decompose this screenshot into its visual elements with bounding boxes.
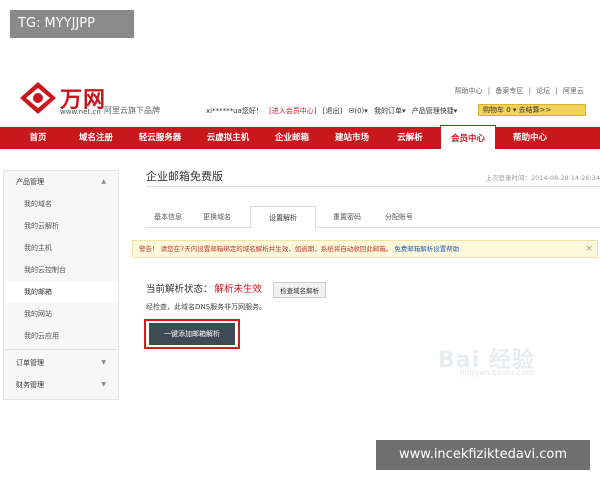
messages-dropdown[interactable]: ✉(0)▾ bbox=[348, 107, 367, 115]
sidebar-item-cloud-apps[interactable]: 我的云应用 bbox=[4, 325, 118, 347]
my-orders-dropdown[interactable]: 我的订单▾ bbox=[374, 107, 406, 115]
sidebar-group-label: 财务管理 bbox=[16, 381, 44, 389]
status-label: 当前解析状态： bbox=[146, 284, 213, 295]
top-links: 帮助中心 | 备案专区 | 论坛 | 阿里云 bbox=[452, 86, 584, 96]
tab-reset-password[interactable]: 重置密码 bbox=[322, 206, 372, 228]
brand-url: www.net.cn bbox=[60, 108, 101, 116]
sidebar-item-hosts[interactable]: 我的主机 bbox=[4, 237, 118, 259]
close-icon[interactable]: × bbox=[585, 241, 593, 257]
alert-text: 警告！ 请您在7天内设置邮箱绑定的域名解析并生效，如逾期，系统将自动收回此邮箱。 bbox=[139, 245, 393, 253]
baidu-watermark-url: jingyan.baidu.com bbox=[460, 368, 534, 377]
nav-domain[interactable]: 域名注册 bbox=[66, 127, 126, 149]
cart-button[interactable]: 购物车 0 ▾ 去结算>> bbox=[478, 104, 586, 116]
nav-enterprise-mail[interactable]: 企业邮箱 bbox=[262, 127, 322, 149]
main-nav: 首页 域名注册 轻云服务器 云虚拟主机 企业邮箱 建站市场 云解析 会员中心 帮… bbox=[0, 125, 600, 149]
check-dns-button[interactable]: 检查域名解析 bbox=[273, 281, 327, 298]
nav-lightcloud[interactable]: 轻云服务器 bbox=[126, 127, 194, 149]
tab-assign-account[interactable]: 分配账号 bbox=[374, 206, 424, 228]
toplink-sep: | bbox=[528, 87, 531, 95]
caret-up-icon: ▲ bbox=[101, 178, 106, 185]
product-shortcuts-dropdown[interactable]: 产品管理快捷▾ bbox=[412, 107, 458, 115]
user-bar: xi******ua您好！ [进入会员中心] [退出] ✉(0)▾ 我的订单▾ … bbox=[206, 106, 461, 116]
brand-slogan: 阿里云旗下品牌 bbox=[104, 106, 160, 115]
nav-member-center[interactable]: 会员中心 bbox=[440, 125, 496, 149]
toplink-forum[interactable]: 论坛 bbox=[536, 87, 550, 95]
sidebar-group-label: 订单管理 bbox=[16, 359, 44, 367]
sidebar-item-cloud-console[interactable]: 我的云控制台 bbox=[4, 259, 118, 281]
tab-bar: 基本信息 更换域名 设置解析 重置密码 分配账号 bbox=[146, 206, 600, 229]
sidebar-item-domains[interactable]: 我的域名 bbox=[4, 193, 118, 215]
dns-check-note: 经检查，此域名DNS服务非万网服务。 bbox=[146, 303, 267, 311]
title-divider bbox=[146, 186, 600, 187]
nav-help[interactable]: 帮助中心 bbox=[500, 127, 560, 149]
user-greeting: xi******ua您好！ bbox=[206, 107, 263, 115]
sidebar-group-product[interactable]: 产品管理 ▲ bbox=[4, 171, 118, 193]
sidebar-item-websites[interactable]: 我的网站 bbox=[4, 303, 118, 325]
caret-down-icon: ▼ bbox=[101, 381, 106, 388]
nav-site-market[interactable]: 建站市场 bbox=[322, 127, 382, 149]
enter-member-center-link[interactable]: [进入会员中心] bbox=[269, 107, 316, 115]
nav-cloud-dns[interactable]: 云解析 bbox=[382, 127, 438, 149]
warning-alert: 警告！ 请您在7天内设置邮箱绑定的域名解析并生效，如逾期，系统将自动收回此邮箱。… bbox=[132, 240, 598, 258]
tab-set-dns[interactable]: 设置解析 bbox=[250, 206, 316, 229]
sidebar-item-cloud-dns[interactable]: 我的云解析 bbox=[4, 215, 118, 237]
wanwang-logo-icon[interactable] bbox=[16, 80, 60, 116]
add-mail-dns-button[interactable]: 一键添加邮箱解析 bbox=[149, 323, 235, 345]
dns-status-row: 当前解析状态： 解析未生效 检查域名解析 bbox=[146, 281, 327, 298]
toplink-help[interactable]: 帮助中心 bbox=[455, 87, 483, 95]
tab-basic-info[interactable]: 基本信息 bbox=[146, 206, 190, 228]
page-title: 企业邮箱免费版 bbox=[146, 170, 223, 183]
tab-change-domain[interactable]: 更换域名 bbox=[192, 206, 242, 228]
toplink-sep: | bbox=[555, 87, 558, 95]
toplink-sep: | bbox=[487, 87, 491, 95]
nav-virtualhost[interactable]: 云虚拟主机 bbox=[194, 127, 262, 149]
sidebar-group-orders[interactable]: 订单管理 ▼ bbox=[4, 352, 118, 374]
sidebar-group-label: 产品管理 bbox=[16, 178, 44, 186]
status-badge: 解析未生效 bbox=[214, 284, 263, 295]
caret-down-icon: ▼ bbox=[101, 359, 106, 366]
logout-link[interactable]: [退出] bbox=[323, 107, 342, 115]
toplink-aliyun[interactable]: 阿里云 bbox=[563, 87, 584, 95]
alert-help-link[interactable]: 免费邮箱解析设置帮助 bbox=[394, 245, 459, 253]
toplink-beian[interactable]: 备案专区 bbox=[495, 87, 523, 95]
wanwang-page: 万网 www.net.cn 阿里云旗下品牌 帮助中心 | 备案专区 | 论坛 |… bbox=[0, 72, 600, 412]
sidebar: 产品管理 ▲ 我的域名 我的云解析 我的主机 我的云控制台 我的邮箱 我的网站 … bbox=[3, 170, 119, 400]
overlay-site: www.incekfiziktedavi.com bbox=[376, 440, 590, 470]
sidebar-divider bbox=[4, 349, 118, 350]
overlay-tag: TG: MYYJJPP bbox=[10, 10, 134, 38]
site-header: 万网 www.net.cn 阿里云旗下品牌 帮助中心 | 备案专区 | 论坛 |… bbox=[0, 72, 600, 122]
nav-home[interactable]: 首页 bbox=[10, 127, 66, 149]
sidebar-group-finance[interactable]: 财务管理 ▼ bbox=[4, 374, 118, 396]
last-login-time: 上次登录时间：2014-08-28 14:26:34 bbox=[485, 174, 600, 182]
sidebar-item-mailbox[interactable]: 我的邮箱 bbox=[4, 281, 118, 303]
